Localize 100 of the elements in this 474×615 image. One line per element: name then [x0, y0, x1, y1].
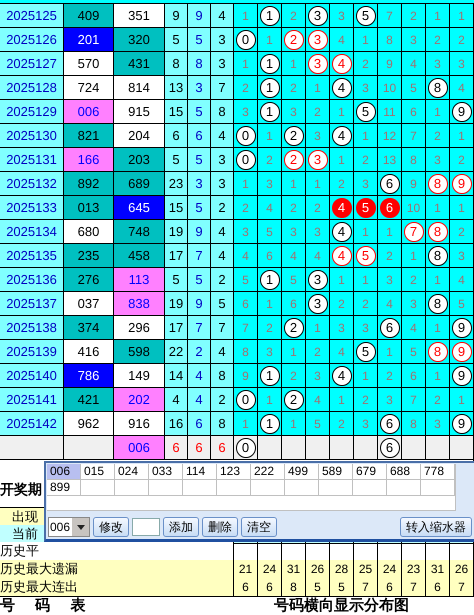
code-item[interactable]: 033 [149, 464, 183, 480]
table-cell: 3 [211, 172, 234, 196]
table-cell: 16 [165, 412, 188, 436]
action-button[interactable]: 添加 [163, 517, 199, 538]
table-cell: 5 [188, 148, 211, 172]
table-cell: 1 [330, 268, 354, 292]
edit-button[interactable]: 修改 [93, 517, 129, 538]
code-input[interactable] [132, 518, 160, 536]
table-cell: 2 [426, 28, 450, 52]
table-cell: 748 [114, 220, 165, 244]
table-cell: 9 [234, 364, 258, 388]
code-item[interactable]: 222 [251, 464, 285, 480]
table-cell: 1 [258, 124, 282, 148]
code-item[interactable]: 679 [353, 464, 387, 480]
table-cell: 1 [234, 412, 258, 436]
code-item[interactable] [353, 480, 387, 496]
table-cell: 8 [378, 28, 402, 52]
code-item[interactable]: 114 [183, 464, 217, 480]
code-item[interactable]: 688 [387, 464, 421, 480]
table-cell: 3 [354, 172, 378, 196]
table-cell: 1 [426, 4, 450, 28]
table-cell: 814 [114, 76, 165, 100]
table-cell: 2 [258, 148, 282, 172]
table-cell: 4 [306, 244, 330, 268]
table-cell: 3 [258, 172, 282, 196]
code-item[interactable] [115, 480, 149, 496]
code-item[interactable] [81, 480, 115, 496]
table-cell: 7 [188, 316, 211, 340]
transfer-button[interactable]: 转入缩水器 [400, 517, 472, 538]
code-item[interactable] [421, 480, 455, 496]
table-cell: 203 [114, 148, 165, 172]
number-ball: 9 [452, 366, 472, 386]
table-cell: 421 [64, 388, 114, 412]
code-item[interactable]: 006 [47, 464, 81, 480]
number-ball: 9 [452, 342, 472, 362]
code-item[interactable]: 123 [217, 464, 251, 480]
code-item[interactable]: 778 [421, 464, 455, 480]
table-cell: 2025128 [0, 76, 64, 100]
table-cell: 6 [165, 124, 188, 148]
number-ball: 6 [380, 318, 400, 338]
table-cell: 1 [234, 4, 258, 28]
table-cell: 17 [165, 316, 188, 340]
action-button[interactable]: 删除 [202, 517, 238, 538]
number-ball: 3 [308, 294, 328, 314]
table-cell: 1 [354, 28, 378, 52]
table-cell: 14 [165, 364, 188, 388]
code-item[interactable] [319, 480, 353, 496]
table-cell: 1 [306, 76, 330, 100]
table-cell: 6 [188, 124, 211, 148]
table-cell: 1 [330, 148, 354, 172]
table-cell: 26 [450, 560, 474, 579]
number-ball: 7 [404, 222, 424, 242]
number-ball: 3 [308, 6, 328, 26]
table-cell: 3 [306, 364, 330, 388]
table-cell: 3 [426, 52, 450, 76]
code-item[interactable] [217, 480, 251, 496]
code-item[interactable]: 015 [81, 464, 115, 480]
table-cell: 201 [64, 28, 114, 52]
number-ball: 8 [428, 294, 448, 314]
table-cell [426, 436, 450, 460]
action-button[interactable]: 清空 [241, 517, 277, 538]
table-cell: 8 [402, 412, 426, 436]
table-cell: 4 [282, 244, 306, 268]
table-cell: 6 [188, 436, 211, 460]
table-cell: 3 [211, 148, 234, 172]
table-cell: 24 [258, 560, 282, 579]
row-label: 历史最大连出 [0, 578, 234, 597]
table-cell: 9 [188, 4, 211, 28]
table-cell: 7 [211, 76, 234, 100]
code-item[interactable] [251, 480, 285, 496]
number-ball: 1 [260, 270, 280, 290]
table-cell: 2025140 [0, 364, 64, 388]
table-cell: 1 [234, 52, 258, 76]
table-cell: 9 [188, 292, 211, 316]
table-cell: 19 [165, 220, 188, 244]
table-cell: 2025139 [0, 340, 64, 364]
code-item[interactable]: 899 [47, 480, 81, 496]
code-item[interactable]: 024 [115, 464, 149, 480]
caret-icon [76, 524, 84, 530]
table-cell: 6 [211, 436, 234, 460]
table-cell: 2 [234, 196, 258, 220]
code-item[interactable] [387, 480, 421, 496]
code-dropdown[interactable]: 006 [48, 517, 90, 538]
code-item[interactable] [149, 480, 183, 496]
table-cell: 8 [211, 412, 234, 436]
table-cell: 3 [306, 124, 330, 148]
code-item[interactable]: 499 [285, 464, 319, 480]
table-cell: 962 [64, 412, 114, 436]
table-cell: 2025133 [0, 196, 64, 220]
table-cell [0, 436, 64, 460]
number-ball: 1 [260, 414, 280, 434]
table-cell: 1 [258, 28, 282, 52]
code-item[interactable]: 589 [319, 464, 353, 480]
number-ball: 3 [308, 270, 328, 290]
table-cell: 202 [114, 388, 165, 412]
code-item[interactable] [285, 480, 319, 496]
code-item[interactable] [183, 480, 217, 496]
table-cell: 6 [165, 436, 188, 460]
table-cell: 2 [426, 124, 450, 148]
number-ball: 6 [380, 438, 400, 458]
